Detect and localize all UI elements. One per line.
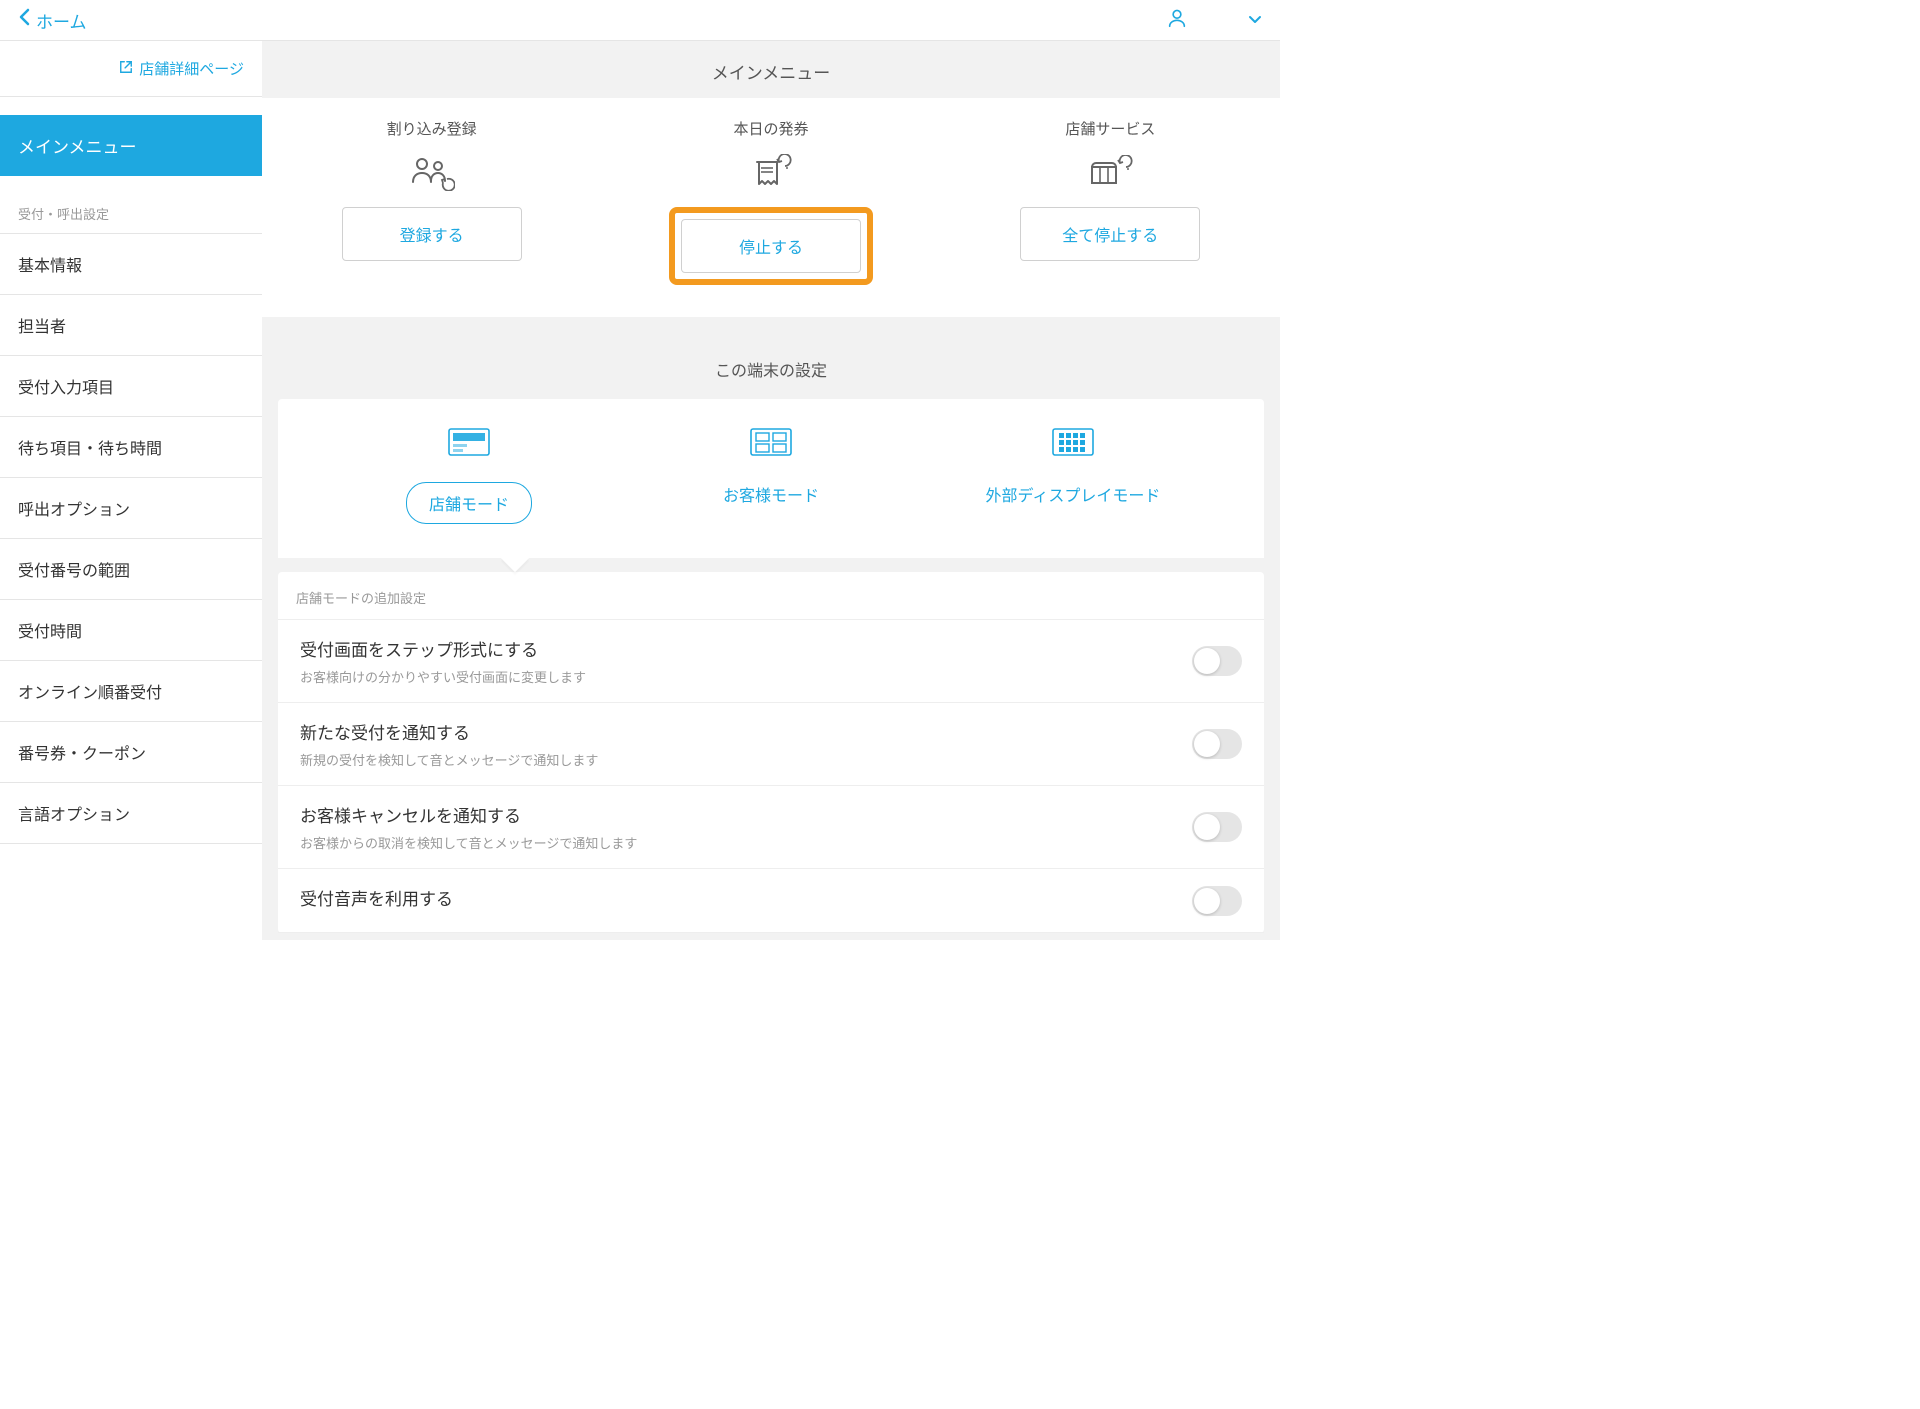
sidebar-section-header: 受付・呼出設定 [0,176,262,234]
store-mode-icon [447,427,491,462]
setting-title: お客様キャンセルを通知する [300,802,637,827]
setting-row-new-notify: 新たな受付を通知する 新規の受付を検知して音とメッセージで通知します [278,703,1264,786]
main-content: メインメニュー 割り込み登録 登録する 本日の発券 停止する 店舗サービス [262,40,1280,940]
mode-tab-store[interactable]: 店舗モード [318,427,620,524]
settings-list: 店舗モードの追加設定 受付画面をステップ形式にする お客様向けの分かりやすい受付… [278,572,1264,933]
user-icon[interactable] [1166,7,1188,34]
mode-tabs: 店舗モード お客様モード 外部デ [278,399,1264,558]
sidebar-item-ticket-coupon[interactable]: 番号券・クーポン [0,722,262,783]
sidebar-item-reception-hours[interactable]: 受付時間 [0,600,262,661]
sidebar-item-number-range[interactable]: 受付番号の範囲 [0,539,262,600]
store-mode-label: 店舗モード [406,482,532,524]
interrupt-icon [409,153,455,193]
setting-title: 新たな受付を通知する [300,719,598,744]
display-mode-icon [1051,427,1095,462]
service-icon [1086,153,1134,193]
service-title: 店舗サービス [1065,118,1155,139]
device-panel: この端末の設定 店舗モード お客様モード [262,347,1280,933]
action-col-interrupt: 割り込み登録 登録する [262,118,601,285]
setting-desc: 新規の受付を検知して音とメッセージで通知します [300,750,598,769]
setting-row-cancel-notify: お客様キャンセルを通知する お客様からの取消を検知して音とメッセージで通知します [278,786,1264,869]
action-col-service: 店舗サービス 全て停止する [941,118,1280,285]
toggle-step-format[interactable] [1192,646,1242,676]
setting-title: 受付画面をステップ形式にする [300,636,586,661]
sidebar-item-wait-time[interactable]: 待ち項目・待ち時間 [0,417,262,478]
main-menu-title: メインメニュー [262,41,1280,98]
sidebar: 店舗詳細ページ メインメニュー 受付・呼出設定 基本情報 担当者 受付入力項目 … [0,40,262,940]
store-detail-label: 店舗詳細ページ [139,58,244,79]
stop-button[interactable]: 停止する [681,219,861,273]
setting-title: 受付音声を利用する [300,885,453,910]
sidebar-item-language[interactable]: 言語オプション [0,783,262,844]
home-label: ホーム [36,8,87,33]
chevron-down-icon[interactable] [1248,12,1262,28]
sidebar-item-staff[interactable]: 担当者 [0,295,262,356]
customer-mode-icon [749,427,793,462]
sidebar-main-menu[interactable]: メインメニュー [0,115,262,176]
toggle-voice[interactable] [1192,886,1242,916]
ticketing-title: 本日の発券 [733,118,808,139]
topbar: ホーム [0,0,1280,40]
setting-desc: お客様向けの分かりやすい受付画面に変更します [300,667,586,686]
interrupt-title: 割り込み登録 [387,118,477,139]
customer-mode-label: お客様モード [723,482,819,506]
setting-row-voice: 受付音声を利用する [278,869,1264,933]
sidebar-item-call-options[interactable]: 呼出オプション [0,478,262,539]
sidebar-item-input-fields[interactable]: 受付入力項目 [0,356,262,417]
setting-desc: お客様からの取消を検知して音とメッセージで通知します [300,833,637,852]
mode-tab-display[interactable]: 外部ディスプレイモード [922,427,1224,524]
register-button[interactable]: 登録する [342,207,522,261]
toggle-cancel-notify[interactable] [1192,812,1242,842]
sidebar-item-online-queue[interactable]: オンライン順番受付 [0,661,262,722]
chevron-left-icon [18,8,30,32]
ticketing-icon [749,153,793,193]
mode-tab-customer[interactable]: お客様モード [620,427,922,524]
settings-header: 店舗モードの追加設定 [278,572,1264,620]
external-link-icon [119,60,133,78]
display-mode-label: 外部ディスプレイモード [986,482,1161,506]
stop-all-button[interactable]: 全て停止する [1020,207,1200,261]
back-home-link[interactable]: ホーム [18,8,87,33]
topbar-right [1166,7,1262,34]
highlighted-stop-button: 停止する [669,207,873,285]
action-panel: 割り込み登録 登録する 本日の発券 停止する 店舗サービス [262,98,1280,317]
sidebar-item-basic-info[interactable]: 基本情報 [0,234,262,295]
setting-row-step-format: 受付画面をステップ形式にする お客様向けの分かりやすい受付画面に変更します [278,620,1264,703]
device-title: この端末の設定 [262,347,1280,399]
action-col-ticketing: 本日の発券 停止する [601,118,940,285]
toggle-new-notify[interactable] [1192,729,1242,759]
store-detail-link[interactable]: 店舗詳細ページ [0,41,262,97]
